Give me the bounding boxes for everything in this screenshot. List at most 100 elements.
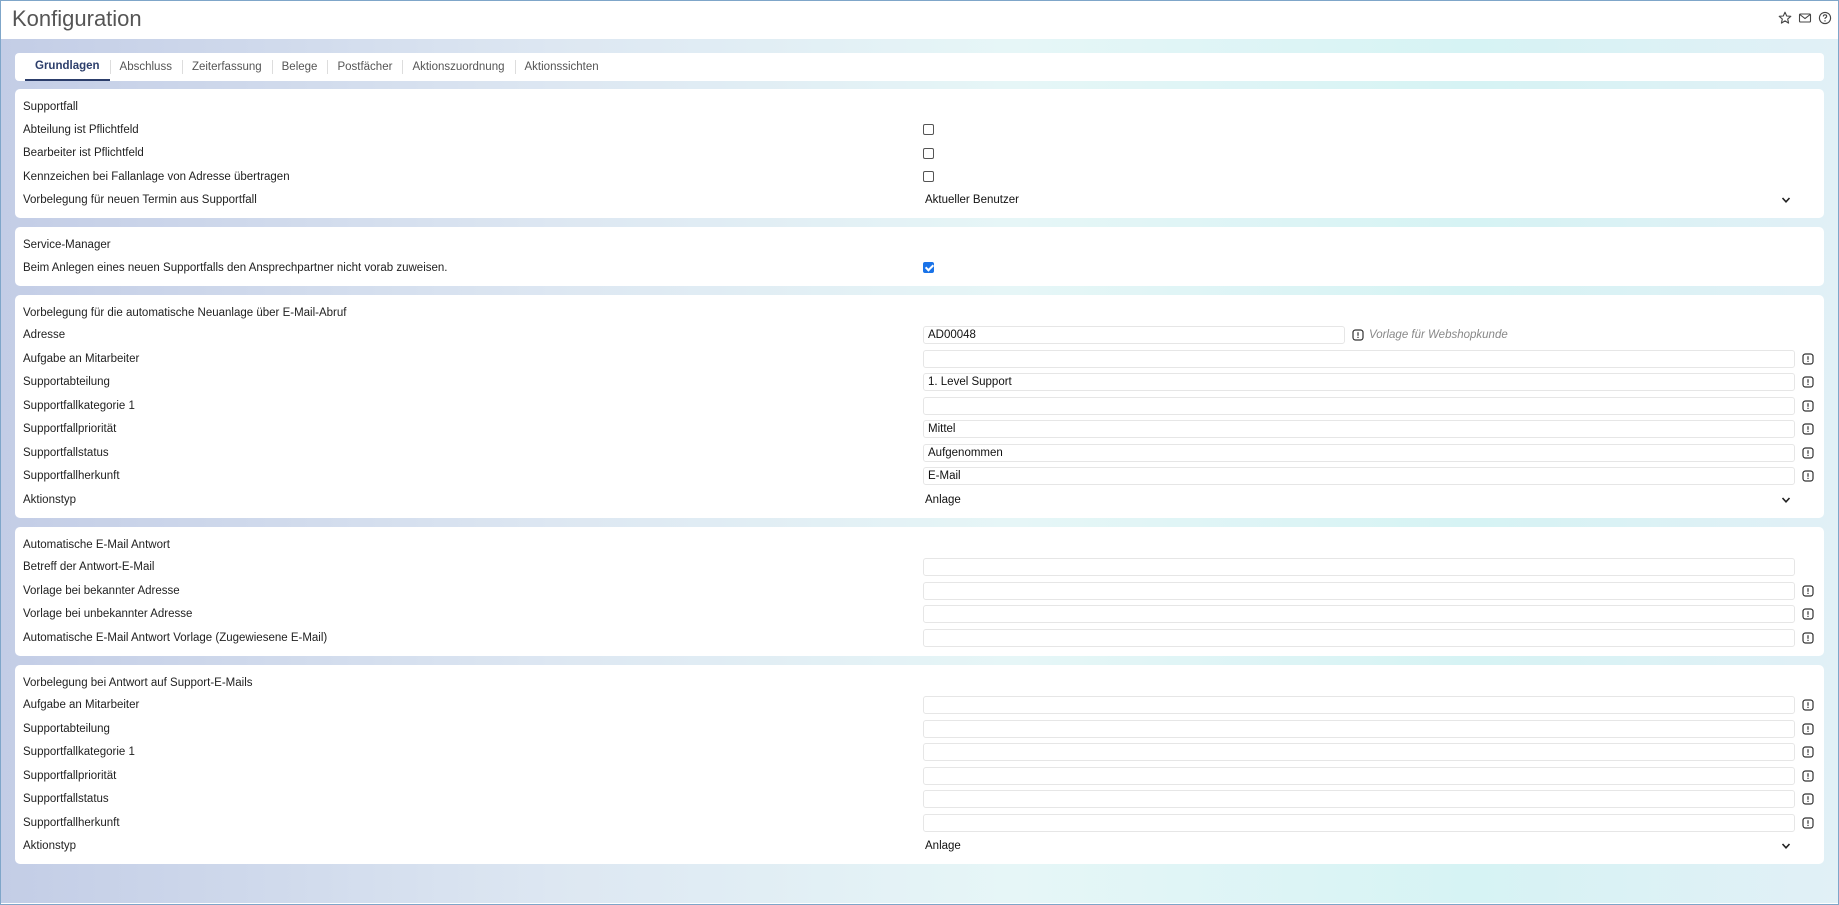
section-title: Vorbelegung für die automatische Neuanla… (23, 306, 347, 319)
lookup-icon[interactable] (1802, 632, 1814, 644)
lookup-icon[interactable] (1352, 329, 1364, 341)
tab-aktionszuordnung[interactable]: Aktionszuordnung (402, 53, 514, 81)
vorlage-unbekannt-input[interactable] (923, 605, 1795, 624)
form-row: Supportfallherkunft E-Mail (23, 465, 1816, 489)
select-value: Anlage (925, 493, 961, 506)
lookup-icon[interactable] (1802, 770, 1814, 782)
abteilung-pflicht-checkbox[interactable] (923, 124, 934, 136)
herkunft-input[interactable]: E-Mail (923, 467, 1795, 486)
lookup-icon[interactable] (1802, 793, 1814, 805)
chevron-down-icon (1781, 497, 1791, 503)
form-row: Betreff der Antwort-E-Mail (23, 556, 1816, 580)
adresse-input[interactable]: AD00048 (923, 326, 1345, 345)
form-row: Adresse AD00048 Vorlage für Webshopkunde (23, 324, 1816, 348)
prioritaet-input[interactable]: Mittel (923, 420, 1795, 439)
lookup-icon[interactable] (1802, 400, 1814, 412)
lookup-icon[interactable] (1802, 608, 1814, 620)
aktionstyp-label: Aktionstyp (23, 840, 77, 853)
section-title: Automatische E-Mail Antwort (23, 538, 171, 551)
lookup-icon[interactable] (1802, 817, 1814, 829)
tab-belege[interactable]: Belege (271, 53, 328, 81)
aufgabe-label: Aufgabe an Mitarbeiter (23, 699, 140, 712)
lookup-icon[interactable] (1802, 353, 1814, 365)
form-row: Supportfallkategorie 1 (23, 394, 1816, 418)
lookup-icon[interactable] (1802, 423, 1814, 435)
form-row: Beim Anlegen eines neuen Supportfalls de… (23, 256, 1816, 280)
aktionstyp-select[interactable]: Anlage (923, 837, 1795, 855)
supportabteilung-label: Supportabteilung (23, 722, 110, 735)
service-manager-section: Service-Manager Beim Anlegen eines neuen… (15, 227, 1824, 286)
form-row: Abteilung ist Pflichtfeld (23, 118, 1816, 142)
vorlage-zugewiesen-label: Automatische E-Mail Antwort Vorlage (Zug… (23, 631, 328, 644)
vorlage-zugewiesen-input[interactable] (923, 628, 1795, 647)
aufgabe-input[interactable] (923, 696, 1795, 715)
form-row: Automatische E-Mail Antwort Vorlage (Zug… (23, 626, 1816, 650)
tab-aktionssichten[interactable]: Aktionssichten (514, 53, 609, 81)
form-row: Vorlage bei bekannter Adresse (23, 579, 1816, 603)
section-title: Vorbelegung bei Antwort auf Support-E-Ma… (23, 676, 253, 689)
kategorie-input[interactable] (923, 396, 1795, 415)
form-row: Aufgabe an Mitarbeiter (23, 347, 1816, 371)
status-input[interactable] (923, 790, 1795, 809)
betreff-label: Betreff der Antwort-E-Mail (23, 561, 155, 574)
help-icon[interactable] (1818, 11, 1832, 25)
lookup-icon[interactable] (1802, 585, 1814, 597)
form-row: Supportfallstatus (23, 788, 1816, 812)
adresse-hint: Vorlage für Webshopkunde (1369, 329, 1508, 342)
ansprechpartner-zuweisen-checkbox[interactable] (923, 262, 934, 274)
aktionstyp-select[interactable]: Anlage (923, 491, 1795, 509)
form-row: Aktionstyp Anlage (23, 835, 1816, 859)
section-title: Service-Manager (23, 239, 111, 251)
kategorie-input[interactable] (923, 743, 1795, 762)
supportabteilung-input[interactable]: 1. Level Support (923, 373, 1795, 392)
form-row: Supportfallstatus Aufgenommen (23, 441, 1816, 465)
aufgabe-input[interactable] (923, 349, 1795, 368)
aktionstyp-label: Aktionstyp (23, 493, 77, 506)
lookup-icon[interactable] (1802, 699, 1814, 711)
abteilung-pflicht-label: Abteilung ist Pflichtfeld (23, 123, 139, 136)
lookup-icon[interactable] (1802, 447, 1814, 459)
lookup-icon[interactable] (1802, 746, 1814, 758)
adresse-label: Adresse (23, 329, 66, 342)
supportfall-section: Supportfall Abteilung ist Pflichtfeld Be… (15, 89, 1824, 218)
tab-zeiterfassung[interactable]: Zeiterfassung (181, 53, 272, 81)
supportabteilung-label: Supportabteilung (23, 376, 110, 389)
status-label: Supportfallstatus (23, 793, 109, 806)
header-icons (1778, 11, 1832, 25)
vorlage-unbekannt-label: Vorlage bei unbekannter Adresse (23, 608, 193, 621)
lookup-icon[interactable] (1802, 723, 1814, 735)
kategorie-label: Supportfallkategorie 1 (23, 399, 135, 412)
bearbeiter-pflicht-checkbox[interactable] (923, 147, 934, 159)
vorbelegung-termin-select[interactable]: Aktueller Benutzer (923, 191, 1795, 209)
vorlage-bekannt-input[interactable] (923, 581, 1795, 600)
supportabteilung-input[interactable] (923, 719, 1795, 738)
status-input[interactable]: Aufgenommen (923, 443, 1795, 462)
form-row: Supportabteilung 1. Level Support (23, 371, 1816, 395)
prioritaet-input[interactable] (923, 766, 1795, 785)
kennzeichen-checkbox[interactable] (923, 171, 934, 183)
form-row: Vorlage bei unbekannter Adresse (23, 603, 1816, 627)
mail-icon[interactable] (1798, 11, 1812, 25)
tab-bar: Grundlagen Abschluss Zeiterfassung Beleg… (15, 53, 1824, 81)
form-row: Bearbeiter ist Pflichtfeld (23, 142, 1816, 166)
herkunft-input[interactable] (923, 813, 1795, 832)
prioritaet-label: Supportfallpriorität (23, 769, 117, 782)
betreff-input[interactable] (923, 558, 1795, 577)
email-abruf-section: Vorbelegung für die automatische Neuanla… (15, 294, 1824, 518)
form-row: Vorbelegung für neuen Termin aus Support… (23, 189, 1816, 213)
form-row: Supportfallpriorität Mittel (23, 418, 1816, 442)
form-row: Aktionstyp Anlage (23, 488, 1816, 512)
star-icon[interactable] (1778, 11, 1792, 25)
lookup-icon[interactable] (1802, 376, 1814, 388)
form-row: Kennzeichen bei Fallanlage von Adresse ü… (23, 165, 1816, 189)
kategorie-label: Supportfallkategorie 1 (23, 746, 135, 759)
form-row: Aufgabe an Mitarbeiter (23, 694, 1816, 718)
lookup-icon[interactable] (1802, 470, 1814, 482)
form-row: Supportfallpriorität (23, 764, 1816, 788)
herkunft-label: Supportfallherkunft (23, 816, 120, 829)
tab-postfaecher[interactable]: Postfächer (327, 53, 402, 81)
prioritaet-label: Supportfallpriorität (23, 423, 117, 436)
tab-abschluss[interactable]: Abschluss (109, 53, 182, 81)
tab-grundlagen[interactable]: Grundlagen (25, 53, 110, 81)
form-row: Supportfallkategorie 1 (23, 741, 1816, 765)
